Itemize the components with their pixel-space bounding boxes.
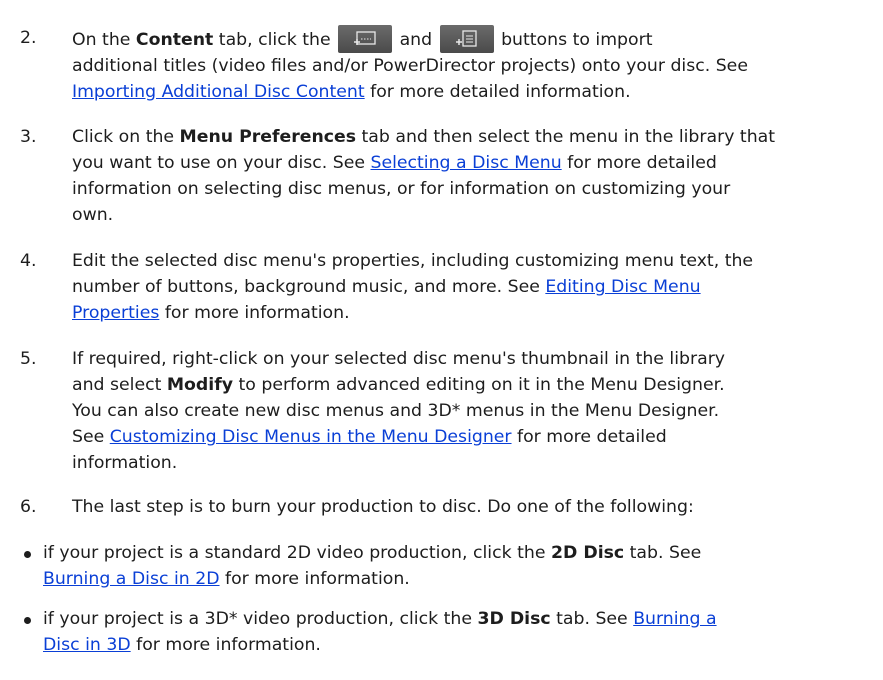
- text: and: [394, 30, 438, 50]
- text: and select: [72, 375, 167, 395]
- link-burning-a-disc-in-3d[interactable]: Burning a: [633, 609, 716, 629]
- 2d-disc-tab-name: 2D Disc: [550, 543, 625, 563]
- text: information.: [72, 453, 178, 473]
- step-number: 4.: [20, 251, 37, 271]
- link-selecting-a-disc-menu[interactable]: Selecting a Disc Menu: [370, 153, 561, 173]
- text: for more information.: [130, 635, 321, 655]
- text: information on selecting disc menus, or …: [72, 179, 731, 199]
- 3d-disc-tab-name: 3D Disc: [477, 609, 551, 629]
- text: tab. See: [550, 609, 634, 629]
- bullet-body: if your project is a 3D* video productio…: [43, 606, 843, 658]
- step-body: Click on the Menu Preferences tab and th…: [72, 124, 872, 228]
- step-number: 6.: [20, 497, 37, 517]
- text: See: [72, 427, 110, 447]
- text: If required, right-click on your selecte…: [72, 349, 726, 369]
- add-title-icon: [338, 25, 393, 53]
- step-number: 2.: [20, 28, 37, 48]
- menu-preferences-tab-name: Menu Preferences: [179, 127, 357, 147]
- step-body: Edit the selected disc menu's properties…: [72, 248, 872, 326]
- step-number: 3.: [20, 127, 37, 147]
- text: own.: [72, 205, 114, 225]
- text: for more detailed: [561, 153, 717, 173]
- bullet-body: if your project is a standard 2D video p…: [43, 540, 843, 592]
- step-body: The last step is to burn your production…: [72, 494, 872, 520]
- text: buttons to import: [495, 30, 653, 50]
- text: tab. See: [624, 543, 702, 563]
- text: additional titles (video files and/or Po…: [72, 56, 748, 76]
- step-number: 5.: [20, 349, 37, 369]
- text: you want to use on your disc. See: [72, 153, 371, 173]
- bullet-dot: [24, 551, 31, 558]
- text: if your project is a standard 2D video p…: [43, 543, 551, 563]
- text: You can also create new disc menus and 3…: [72, 401, 720, 421]
- add-project-icon: [439, 25, 494, 53]
- text: for more detailed information.: [364, 82, 631, 102]
- text: Edit the selected disc menu's properties…: [72, 251, 754, 271]
- text: for more information.: [219, 569, 410, 589]
- text: The last step is to burn your production…: [72, 497, 694, 517]
- link-editing-disc-menu-properties-cont[interactable]: Properties: [72, 303, 159, 323]
- text: if your project is a 3D* video productio…: [43, 609, 478, 629]
- text: number of buttons, background music, and…: [72, 277, 546, 297]
- text: tab and then select the menu in the libr…: [356, 127, 776, 147]
- text: On the: [72, 30, 136, 50]
- modify-command-name: Modify: [166, 375, 234, 395]
- link-customizing-disc-menus[interactable]: Customizing Disc Menus in the Menu Desig…: [110, 427, 512, 447]
- step-body: On the Content tab, click the and button…: [72, 25, 872, 105]
- text: to perform advanced editing on it in the…: [233, 375, 725, 395]
- text: for more information.: [159, 303, 350, 323]
- link-importing-additional-disc-content[interactable]: Importing Additional Disc Content: [72, 82, 365, 102]
- bullet-dot: [24, 617, 31, 624]
- text: Click on the: [72, 127, 180, 147]
- link-editing-disc-menu-properties[interactable]: Editing Disc Menu: [545, 277, 700, 297]
- link-burning-a-disc-in-2d[interactable]: Burning a Disc in 2D: [43, 569, 220, 589]
- step-body: If required, right-click on your selecte…: [72, 346, 872, 476]
- text: tab, click the: [213, 30, 337, 50]
- content-tab-name: Content: [135, 30, 214, 50]
- link-burning-a-disc-in-3d-cont[interactable]: Disc in 3D: [43, 635, 131, 655]
- text: for more detailed: [511, 427, 667, 447]
